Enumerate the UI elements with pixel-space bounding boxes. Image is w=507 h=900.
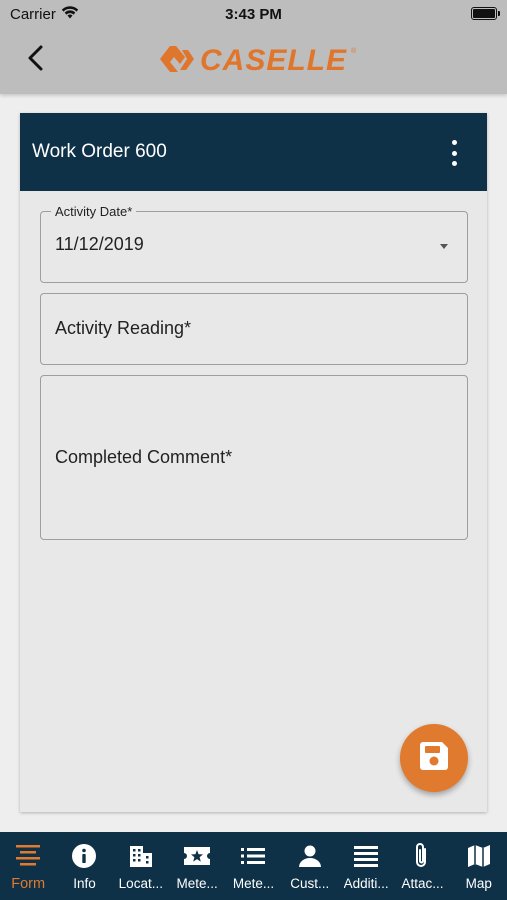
form-lines-icon — [15, 843, 41, 869]
tab-meter-2[interactable]: Mete... — [225, 832, 281, 900]
tab-map[interactable]: Map — [451, 832, 507, 900]
person-icon — [298, 843, 322, 869]
tab-label: Locat... — [118, 876, 163, 891]
tab-customer[interactable]: Cust... — [282, 832, 338, 900]
tab-label: Attac... — [401, 876, 444, 891]
work-order-card: Work Order 600 Activity Date* 11/12/2019… — [20, 113, 487, 812]
tab-label: Mete... — [176, 876, 218, 891]
ticket-star-icon — [183, 843, 211, 869]
save-button[interactable] — [400, 724, 468, 792]
more-dot — [451, 150, 457, 156]
card-title: Work Order 600 — [32, 141, 167, 162]
chevron-left-icon — [26, 45, 46, 76]
list-icon — [240, 843, 266, 869]
activity-reading-placeholder: Activity Reading* — [55, 318, 192, 338]
bottom-tab-bar: Form Info Locat... Mete... Mete... Cust.… — [0, 832, 507, 900]
menu-lines-icon — [353, 843, 379, 869]
logo-text: CASELLE — [200, 44, 348, 77]
tab-label: Mete... — [232, 876, 275, 891]
activity-date-value: 11/12/2019 — [55, 234, 144, 254]
app-header: CASELLE ® — [0, 28, 507, 94]
back-button[interactable] — [20, 43, 52, 77]
completed-comment-field[interactable]: Completed Comment* — [40, 375, 468, 540]
card-header: Work Order 600 — [20, 113, 487, 191]
tab-meter-1[interactable]: Mete... — [169, 832, 225, 900]
completed-comment-placeholder: Completed Comment* — [55, 447, 233, 467]
tab-form[interactable]: Form — [0, 832, 56, 900]
building-icon — [128, 843, 154, 869]
tab-label: Info — [73, 876, 96, 891]
tab-label: Additi... — [343, 876, 389, 891]
more-dot — [451, 161, 457, 166]
activity-reading-field[interactable]: Activity Reading* — [40, 293, 468, 365]
tab-label: Map — [465, 876, 492, 891]
caret-down-icon — [440, 244, 448, 249]
save-icon — [417, 739, 451, 778]
paperclip-icon — [412, 843, 432, 869]
map-icon — [466, 843, 492, 869]
logo-mark-icon — [158, 44, 196, 79]
tab-attachments[interactable]: Attac... — [394, 832, 450, 900]
tab-info[interactable]: Info — [56, 832, 112, 900]
activity-date-field[interactable]: Activity Date* 11/12/2019 — [40, 204, 468, 283]
battery-icon — [471, 7, 500, 20]
status-bar: Carrier 3:43 PM — [0, 0, 507, 28]
tab-additional[interactable]: Additi... — [338, 832, 394, 900]
tab-label: Cust... — [290, 876, 330, 891]
tab-location[interactable]: Locat... — [113, 832, 169, 900]
info-icon — [71, 843, 97, 869]
logo-registered: ® — [351, 48, 357, 55]
tab-label: Form — [11, 876, 46, 892]
activity-date-label: Activity Date* — [51, 204, 137, 219]
status-time: 3:43 PM — [225, 5, 282, 23]
caselle-logo: CASELLE ® — [158, 44, 356, 78]
more-vertical-icon — [451, 140, 457, 145]
more-options-button[interactable] — [447, 140, 461, 166]
